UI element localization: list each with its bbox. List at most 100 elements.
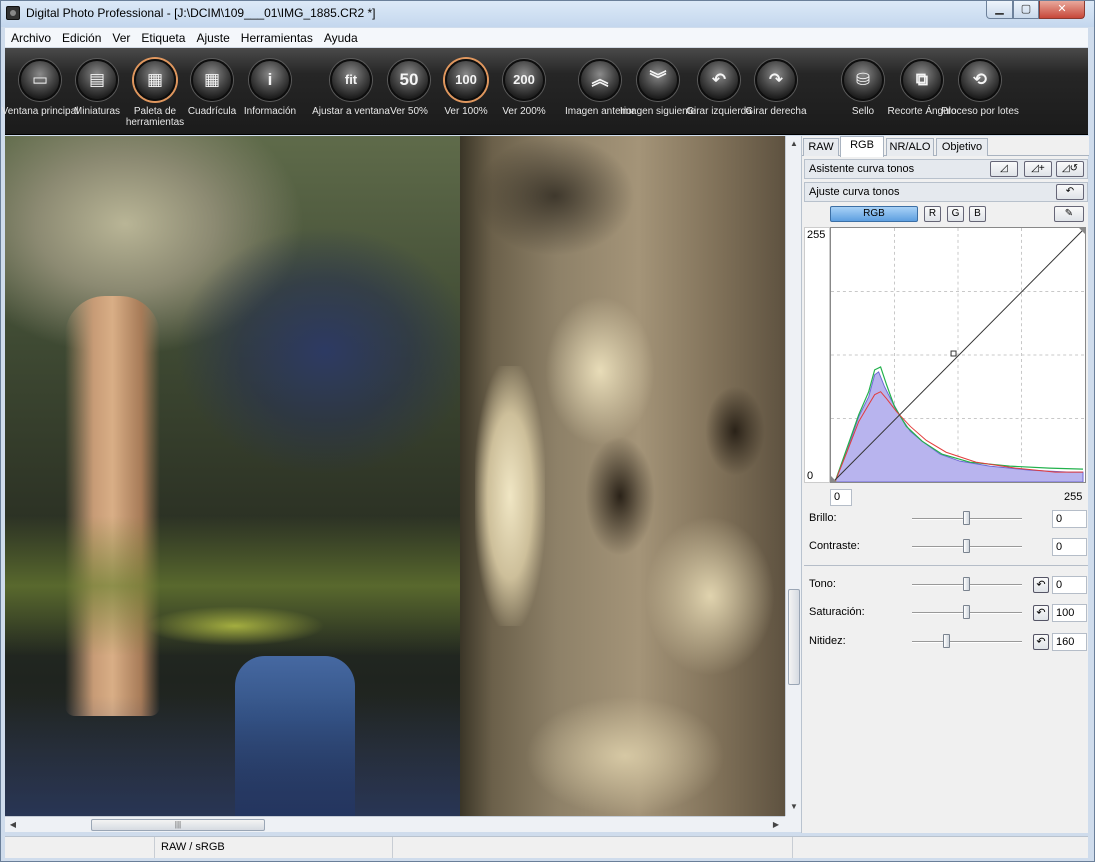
tab-nr-alo[interactable]: NR/ALO (886, 138, 934, 156)
status-cell-3 (393, 837, 793, 858)
channel-r-button[interactable]: R (924, 206, 941, 222)
menu-bar: Archivo Edición Ver Etiqueta Ajuste Herramien… (5, 28, 1088, 48)
horizontal-scroll-thumb[interactable]: ||| (91, 819, 265, 831)
next-image-icon: ︾ (637, 59, 679, 101)
toolbar-crop-angle-button[interactable]: ⧉ Recorte Ángulo (887, 48, 956, 135)
minimize-button[interactable]: ▁ (986, 1, 1013, 19)
vertical-scrollbar[interactable]: ▲ ▼ (785, 136, 801, 816)
toolbar: ▭ Ventana principal ▤ Miniaturas ▦ Paleta de … (2, 48, 1088, 135)
slider-knob[interactable] (963, 539, 970, 553)
reset-icon[interactable]: ↶ (1033, 577, 1049, 593)
tab-rgb[interactable]: RGB (840, 136, 884, 157)
main-window-icon: ▭ (19, 59, 61, 101)
tab-objetivo[interactable]: Objetivo (936, 138, 988, 156)
toolbar-next-image-button[interactable]: ︾ Imagen siguiente (620, 48, 696, 135)
rotate-right-icon: ↷ (755, 59, 797, 101)
slider-knob[interactable] (963, 577, 970, 591)
toolbar-grid-button[interactable]: ▦ Cuadrícula (177, 48, 241, 135)
scroll-up-icon[interactable]: ▲ (789, 139, 799, 149)
slider-value-field[interactable]: 160 (1052, 633, 1087, 651)
slider-value-field[interactable]: 100 (1052, 604, 1087, 622)
window-title: Digital Photo Professional - [J:\DCIM\10… (26, 6, 376, 20)
curve-reset-icon[interactable]: ◿↺ (1056, 161, 1084, 177)
menu-edicion[interactable]: Edición (56, 28, 106, 46)
close-button[interactable]: ✕ (1039, 1, 1085, 19)
menu-etiqueta[interactable]: Etiqueta (135, 28, 190, 46)
curve-assist-label: Asistente curva tonos (809, 163, 915, 175)
tab-raw[interactable]: RAW (803, 138, 839, 156)
slider-knob[interactable] (943, 634, 950, 648)
slider-track[interactable] (912, 641, 1022, 643)
menu-ajuste[interactable]: Ajuste (190, 28, 234, 46)
toolbar-zoom-50-button[interactable]: 50 Ver 50% (374, 48, 438, 135)
slider-row: Contraste: 0 (802, 536, 1089, 558)
menu-ver[interactable]: Ver (106, 28, 135, 46)
grid-icon-glyph: ▦ (203, 70, 221, 89)
slider-value-field[interactable]: 0 (1052, 576, 1087, 594)
curve-adjust-label: Ajuste curva tonos (809, 186, 900, 198)
previous-image-icon: ︽ (579, 59, 621, 101)
scroll-left-icon[interactable]: ◀ (8, 819, 18, 831)
toolbar-tool-palette-button[interactable]: ▦ Paleta de herramientas (120, 48, 184, 135)
reset-icon[interactable]: ↶ (1033, 605, 1049, 621)
fit-icon-glyph: fit (344, 72, 358, 87)
curve-linear-icon[interactable]: ◿ (990, 161, 1018, 177)
slider-value-field[interactable]: 0 (1052, 538, 1087, 556)
slider-row: Brillo: 0 (802, 508, 1089, 530)
toolbar-batch-process-button[interactable]: ⟲ Proceso por lotes (941, 48, 1019, 135)
tool-palette-icon-glyph: ▦ (146, 70, 164, 89)
x-min-field[interactable]: 0 (830, 489, 852, 506)
tone-curve-graph[interactable] (830, 227, 1086, 483)
tool-palette-icon: ▦ (134, 59, 176, 101)
y-max-label: 255 (807, 229, 826, 241)
batch-process-icon-glyph: ⟲ (972, 70, 988, 89)
status-bar: RAW / sRGB (5, 836, 1088, 858)
app-window: Digital Photo Professional - [J:\DCIM\10… (0, 0, 1095, 862)
stamp-icon: ⛁ (842, 59, 884, 101)
next-image-icon-glyph: ︾ (649, 70, 667, 89)
channel-b-button[interactable]: B (969, 206, 986, 222)
title-bar: Digital Photo Professional - [J:\DCIM\10… (1, 1, 1094, 27)
maximize-button[interactable]: ▢ (1013, 1, 1039, 19)
zoom-200-icon: 200 (503, 59, 545, 101)
toolbar-info-button[interactable]: i Información (235, 48, 299, 135)
toolbar-previous-image-button[interactable]: ︽ Imagen anterior (565, 48, 635, 135)
horizontal-scrollbar[interactable]: ◀ ||| ▶ (5, 816, 785, 832)
slider-value-field[interactable]: 0 (1052, 510, 1087, 528)
batch-process-icon: ⟲ (959, 59, 1001, 101)
toolbar-rotate-left-button[interactable]: ↶ Girar izquierda (684, 48, 752, 135)
curve-add-icon[interactable]: ◿+ (1024, 161, 1052, 177)
slider-label: Tono: (809, 578, 836, 590)
slider-knob[interactable] (963, 605, 970, 619)
eyedropper-icon[interactable]: ✎ (1054, 206, 1084, 222)
scroll-down-icon[interactable]: ▼ (789, 802, 799, 812)
crop-angle-icon-glyph: ⧉ (915, 70, 929, 89)
image-preview[interactable] (5, 136, 785, 816)
tool-palette: RAW RGB NR/ALO Objetivo Asistente curva … (801, 136, 1089, 833)
vertical-scroll-thumb[interactable] (788, 589, 800, 685)
menu-ayuda[interactable]: Ayuda (318, 28, 363, 46)
zoom-50-icon-glyph: 50 (399, 70, 419, 89)
menu-herramientas[interactable]: Herramientas (235, 28, 318, 46)
slider-label: Nitidez: (809, 635, 846, 647)
grid-icon: ▦ (191, 59, 233, 101)
rotate-left-icon-glyph: ↶ (711, 70, 727, 89)
toolbar-zoom-200-button[interactable]: 200 Ver 200% (489, 48, 553, 135)
slider-knob[interactable] (963, 511, 970, 525)
fit-icon: fit (330, 59, 372, 101)
channel-rgb-button[interactable]: RGB (830, 206, 918, 222)
toolbar-label: Ver 200% (502, 106, 546, 117)
toolbar-fit-button[interactable]: fit Ajustar a ventana (312, 48, 390, 135)
menu-archivo[interactable]: Archivo (5, 28, 56, 46)
curve-control-point (950, 350, 957, 357)
reset-icon[interactable]: ↶ (1033, 634, 1049, 650)
scroll-right-icon[interactable]: ▶ (771, 819, 781, 831)
toolbar-zoom-100-button[interactable]: 100 Ver 100% (431, 48, 495, 135)
toolbar-label: Girar derecha (745, 106, 807, 117)
toolbar-rotate-right-button[interactable]: ↷ Girar derecha (741, 48, 807, 135)
toolbar-main-window-button[interactable]: ▭ Ventana principal (2, 48, 78, 135)
channel-g-button[interactable]: G (947, 206, 964, 222)
histogram-blue (834, 371, 1084, 482)
toolbar-stamp-button[interactable]: ⛁ Sello (828, 48, 892, 135)
undo-icon[interactable]: ↶ (1056, 184, 1084, 200)
